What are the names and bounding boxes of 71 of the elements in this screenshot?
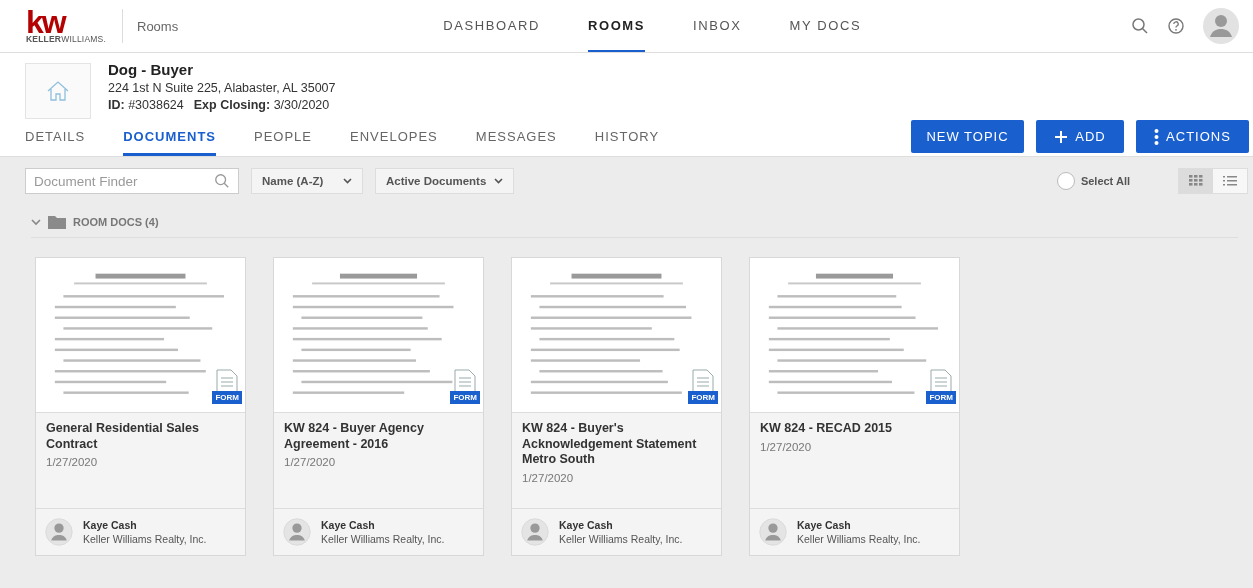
room-title: Dog - Buyer bbox=[108, 61, 194, 78]
list-icon bbox=[1223, 175, 1237, 187]
document-card[interactable]: FORM KW 824 - RECAD 2015 1/27/2020 Kaye Cash Keller Williams Realty, Inc. bbox=[749, 257, 960, 556]
document-icon bbox=[692, 369, 715, 393]
view-toggle[interactable] bbox=[1179, 169, 1213, 193]
owner-name: Kaye Cash bbox=[797, 519, 852, 531]
action-button[interactable]: NEW TOPIC bbox=[911, 120, 1024, 153]
document-icon bbox=[216, 369, 239, 393]
document-card[interactable]: FORM KW 824 - Buyer's Acknowledgement Statement Metro South 1/27/2020 Kaye Cash Keller Williams Realty, Inc. bbox=[511, 257, 722, 556]
document-title: KW 824 - Buyer Agency Agreement - 2016 bbox=[284, 421, 425, 452]
avatar-icon[interactable] bbox=[1203, 8, 1239, 44]
document-date: 1/27/2020 bbox=[522, 471, 575, 484]
avatar-icon bbox=[521, 518, 549, 546]
document-date: 1/27/2020 bbox=[46, 456, 99, 468]
form-badge: FORM bbox=[688, 391, 718, 404]
chevron-icon bbox=[343, 178, 352, 184]
owner-company: Keller Williams Realty, Inc. bbox=[559, 533, 683, 545]
document-card[interactable]: FORM General Residential Sales Contract 1/27/2020 Kaye Cash Keller Williams Realty, Inc. bbox=[35, 257, 246, 556]
document-title: KW 824 - RECAD 2015 bbox=[760, 421, 893, 437]
document-date: 1/27/2020 bbox=[284, 456, 337, 468]
action-button[interactable]: ACTIONS bbox=[1136, 120, 1249, 153]
document-date: 1/27/2020 bbox=[760, 440, 813, 453]
room-id: ID: #3038624 bbox=[108, 98, 184, 112]
select-all-label: Select All bbox=[1080, 175, 1130, 187]
owner-name: Kaye Cash bbox=[559, 519, 614, 531]
search-icon[interactable] bbox=[1131, 17, 1149, 35]
grid-icon bbox=[1189, 175, 1203, 187]
folder-label: ROOM DOCS (4) bbox=[73, 216, 159, 228]
filter-dropdown[interactable]: Active Documents bbox=[375, 168, 514, 194]
search-icon bbox=[214, 173, 230, 189]
chevron-icon bbox=[494, 178, 503, 184]
nav-tab[interactable]: DASHBOARD bbox=[443, 0, 540, 52]
section-title: Rooms bbox=[137, 18, 179, 34]
owner-company: Keller Williams Realty, Inc. bbox=[797, 533, 921, 545]
room-address: 224 1st N Suite 225, Alabaster, AL 35007 bbox=[108, 81, 336, 95]
nav-tab[interactable]: INBOX bbox=[693, 0, 742, 52]
nav-tab[interactable]: ROOMS bbox=[587, 0, 646, 52]
owner-name: Kaye Cash bbox=[83, 519, 138, 531]
document-icon bbox=[454, 369, 477, 393]
document-title: KW 824 - Buyer's Acknowledgement Statement Metro South bbox=[522, 421, 698, 468]
form-badge: FORM bbox=[450, 391, 480, 404]
owner-company: Keller Williams Realty, Inc. bbox=[83, 533, 207, 545]
view-toggle[interactable] bbox=[1213, 169, 1247, 193]
room-tab[interactable]: DETAILS bbox=[25, 119, 86, 156]
logo-mark: kw bbox=[26, 8, 66, 35]
action-button[interactable]: ADD bbox=[1036, 120, 1124, 153]
owner-company: Keller Williams Realty, Inc. bbox=[321, 533, 445, 545]
select-all-radio[interactable] bbox=[1056, 172, 1075, 190]
avatar-icon bbox=[45, 518, 73, 546]
room-tab[interactable]: PEOPLE bbox=[254, 119, 313, 156]
help-icon[interactable] bbox=[1167, 17, 1185, 35]
avatar-icon bbox=[759, 518, 787, 546]
document-card[interactable]: FORM KW 824 - Buyer Agency Agreement - 2016 1/27/2020 Kaye Cash Keller Williams Realty, Inc. bbox=[273, 257, 484, 556]
plus-icon bbox=[1054, 129, 1069, 144]
avatar-icon bbox=[283, 518, 311, 546]
form-badge: FORM bbox=[212, 391, 242, 404]
kebab-icon bbox=[1154, 127, 1160, 146]
nav-tab[interactable]: MY DOCS bbox=[789, 0, 862, 52]
document-icon bbox=[930, 369, 953, 393]
form-badge: FORM bbox=[926, 391, 956, 404]
logo-wordmark: KELLERWILLIAMS. bbox=[26, 34, 107, 44]
document-title: General Residential Sales Contract bbox=[46, 421, 200, 452]
owner-name: Kaye Cash bbox=[321, 519, 376, 531]
chevron-icon[interactable] bbox=[31, 218, 41, 226]
closing-date: Exp Closing: 3/30/2020 bbox=[193, 98, 330, 112]
room-tab[interactable]: MESSAGES bbox=[475, 119, 557, 156]
search-field[interactable]: Document Finder bbox=[25, 168, 239, 194]
folder-icon bbox=[48, 215, 66, 229]
room-tab[interactable]: ENVELOPES bbox=[350, 119, 438, 156]
room-tab[interactable]: HISTORY bbox=[594, 119, 660, 156]
sort-dropdown[interactable]: Name (A-Z) bbox=[251, 168, 363, 194]
